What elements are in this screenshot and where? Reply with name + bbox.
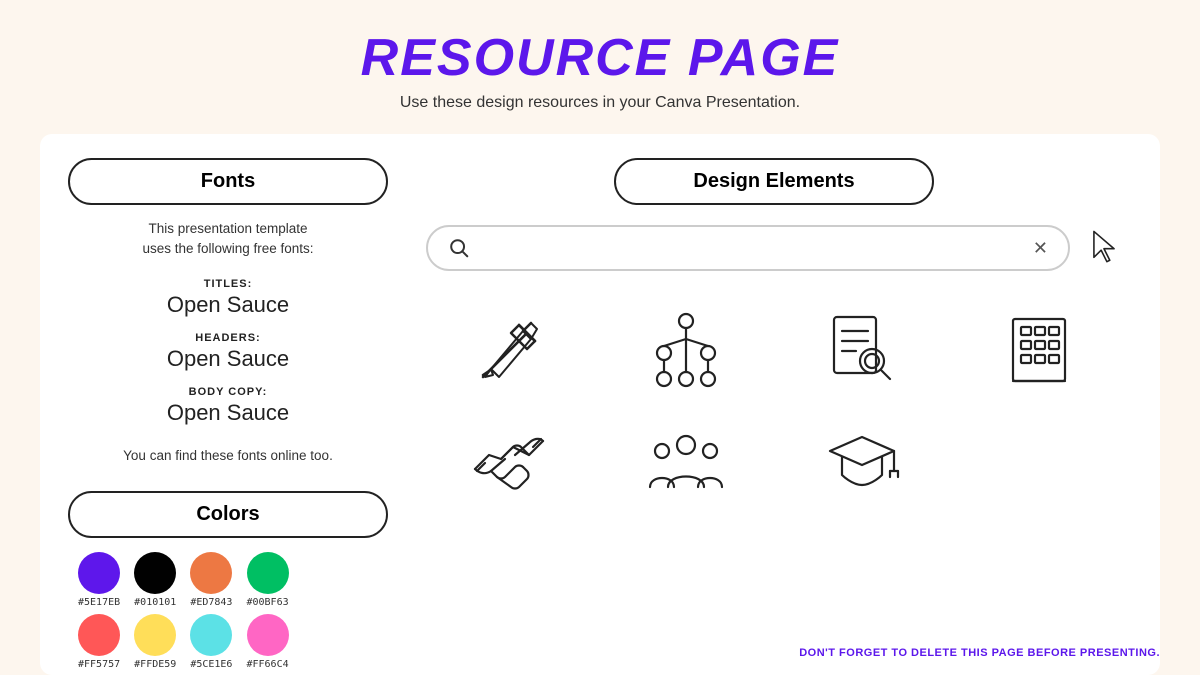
building-icon xyxy=(999,309,1079,389)
page-subtitle: Use these design resources in your Canva… xyxy=(361,94,840,112)
handshake-icon xyxy=(469,419,549,499)
font-label-title: TITLES: xyxy=(68,278,388,290)
search-input[interactable] xyxy=(480,240,1023,257)
footer-note: DON'T FORGET TO DELETE THIS PAGE BEFORE … xyxy=(799,647,1160,659)
main-card: Fonts This presentation templateuses the… xyxy=(40,134,1160,675)
color-label-black: #010101 xyxy=(134,597,176,608)
handshake-icon-cell xyxy=(426,409,593,509)
pencil-icon-cell xyxy=(426,299,593,399)
team-icon xyxy=(646,419,726,499)
fonts-header: Fonts xyxy=(68,158,388,205)
graduation-cap-icon xyxy=(822,419,902,499)
font-name-body: Open Sauce xyxy=(68,400,388,426)
font-name-header: Open Sauce xyxy=(68,346,388,372)
search-clear-button[interactable]: ✕ xyxy=(1033,238,1048,259)
colors-section: Colors #5E17EB #010101 #ED7843 xyxy=(68,491,388,670)
search-icon xyxy=(448,237,470,259)
color-circle-purple xyxy=(78,552,120,594)
color-label-pink: #FF66C4 xyxy=(246,659,288,670)
building-icon-cell xyxy=(956,299,1123,399)
color-circle-yellow xyxy=(134,614,176,656)
right-panel: Design Elements ✕ xyxy=(416,158,1132,651)
left-panel: Fonts This presentation templateuses the… xyxy=(68,158,388,651)
font-entry-header: HEADERS: Open Sauce xyxy=(68,332,388,372)
color-swatches: #5E17EB #010101 #ED7843 #00BF63 xyxy=(68,552,388,670)
page-title: RESOURCE PAGE xyxy=(361,28,840,88)
font-entry-title: TITLES: Open Sauce xyxy=(68,278,388,318)
swatch-orange: #ED7843 xyxy=(190,552,232,608)
color-label-red: #FF5757 xyxy=(78,659,120,670)
color-circle-green xyxy=(247,552,289,594)
pencil-icon xyxy=(469,309,549,389)
swatch-yellow: #FFDE59 xyxy=(134,614,176,670)
search-row: ✕ xyxy=(416,225,1132,271)
swatch-black: #010101 xyxy=(134,552,176,608)
swatch-red: #FF5757 xyxy=(78,614,120,670)
team-icon-cell xyxy=(603,409,770,509)
color-circle-pink xyxy=(247,614,289,656)
color-label-purple: #5E17EB xyxy=(78,597,120,608)
swatch-purple: #5E17EB xyxy=(78,552,120,608)
color-label-green: #00BF63 xyxy=(246,597,288,608)
empty-icon-cell xyxy=(956,409,1123,509)
page-header: RESOURCE PAGE Use these design resources… xyxy=(361,0,840,122)
document-search-icon xyxy=(822,309,902,389)
swatch-pink: #FF66C4 xyxy=(246,614,288,670)
color-label-orange: #ED7843 xyxy=(190,597,232,608)
cursor-icon xyxy=(1086,230,1122,266)
colors-header: Colors xyxy=(68,491,388,538)
color-row-1: #5E17EB #010101 #ED7843 #00BF63 xyxy=(78,552,289,608)
font-label-body: BODY COPY: xyxy=(68,386,388,398)
color-label-yellow: #FFDE59 xyxy=(134,659,176,670)
design-elements-header: Design Elements xyxy=(614,158,934,205)
swatch-cyan: #5CE1E6 xyxy=(190,614,232,670)
font-label-header: HEADERS: xyxy=(68,332,388,344)
icons-grid xyxy=(416,299,1132,509)
graduation-icon-cell xyxy=(779,409,946,509)
document-search-icon-cell xyxy=(779,299,946,399)
color-circle-cyan xyxy=(190,614,232,656)
swatch-green: #00BF63 xyxy=(246,552,288,608)
font-name-title: Open Sauce xyxy=(68,292,388,318)
color-circle-orange xyxy=(190,552,232,594)
hierarchy-icon-cell xyxy=(603,299,770,399)
font-entry-body: BODY COPY: Open Sauce xyxy=(68,386,388,426)
color-circle-red xyxy=(78,614,120,656)
fonts-description: This presentation templateuses the follo… xyxy=(68,219,388,260)
fonts-online-note: You can find these fonts online too. xyxy=(68,448,388,463)
color-circle-black xyxy=(134,552,176,594)
color-label-cyan: #5CE1E6 xyxy=(190,659,232,670)
search-box[interactable]: ✕ xyxy=(426,225,1070,271)
color-row-2: #FF5757 #FFDE59 #5CE1E6 #FF66C4 xyxy=(78,614,289,670)
hierarchy-icon xyxy=(646,309,726,389)
